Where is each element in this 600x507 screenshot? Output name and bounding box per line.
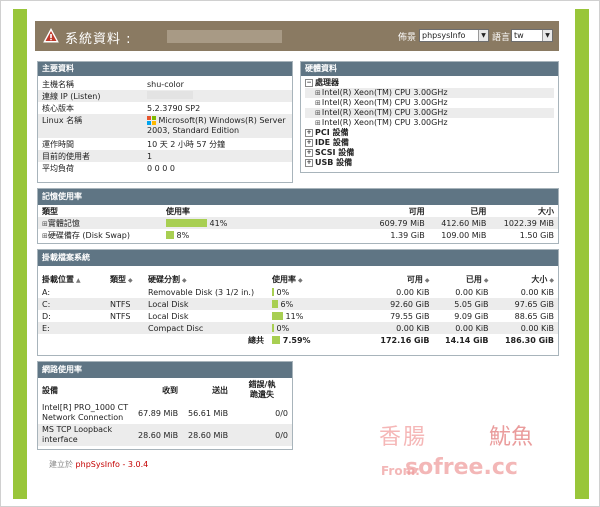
usage-bar <box>272 300 278 308</box>
usage-bar <box>166 219 207 227</box>
language-select-value: tw <box>514 31 524 40</box>
tree-node-scsi[interactable]: + SCSI 設備 <box>305 148 554 158</box>
usage-bar <box>272 312 283 320</box>
table-row: C: NTFS Local Disk 6% 92.60 GiB 5.05 GiB… <box>38 298 558 310</box>
page-frame: 系統資料 : 佈景 phpsysInfo ▼ 語言 tw ▼ 主要資料 主機名稱… <box>0 0 600 507</box>
sort-icon: ◆ <box>483 276 489 284</box>
sort-icon: ◆ <box>424 276 430 284</box>
template-select[interactable]: phpsysInfo ▼ <box>419 29 489 42</box>
collapse-icon[interactable]: − <box>305 78 313 87</box>
footer: 建立於 phpSysInfo - 3.0.4 <box>49 460 149 469</box>
redacted-hostname <box>167 30 282 43</box>
windows-logo-icon <box>147 116 156 125</box>
tree-leaf-cpu[interactable]: ⊞Intel(R) Xeon(TM) CPU 3.00GHz <box>305 98 554 108</box>
sort-asc-icon: ▲ <box>76 276 81 284</box>
expand-icon[interactable]: + <box>305 158 313 167</box>
watermark-text-left: 香腸 <box>379 425 428 450</box>
chevron-down-icon: ▼ <box>542 30 552 41</box>
template-select-value: phpsysInfo <box>422 31 466 40</box>
vitals-row: 目前的使用者 1 <box>38 150 292 162</box>
watermark-text-right: 魷魚 <box>489 425 534 450</box>
sortable-header[interactable]: 可用 ◆ <box>368 272 433 286</box>
usage-bar <box>272 336 280 344</box>
tree-node-pci[interactable]: + PCI 設備 <box>305 128 554 138</box>
left-green-border <box>13 9 27 499</box>
hardware-tree: − 處理器 ⊞Intel(R) Xeon(TM) CPU 3.00GHz ⊞Int… <box>301 76 558 170</box>
table-row: A: Removable Disk (3 1/2 in.) 0% 0.00 Ki… <box>42 287 554 297</box>
memory-panel-title: 記憶使用率 <box>38 189 558 205</box>
sortable-header[interactable]: 大小 ◆ <box>493 272 558 286</box>
expand-icon[interactable]: ⊞ <box>315 88 321 98</box>
os-name: Microsoft(R) Windows(R) Server 2003, Sta… <box>147 116 286 135</box>
language-label: 語言 <box>492 33 511 43</box>
sortable-header[interactable]: 類型 ◆ <box>106 272 144 286</box>
filesystems-table: 掛載位置 ▲ 類型 ◆ 硬碟分割 ◆ 使用率 ◆ 可用 ◆ 已用 ◆ 大小 ◆ A: Remo… <box>38 272 558 346</box>
memory-table: 類型 使用率 可用 已用 大小 ⊞實體記憶 41% 609.79 MiB 412… <box>38 205 558 241</box>
table-row: Intel[R] PRO_1000 CT Network Connection 6… <box>42 403 288 422</box>
filesystems-panel-title: 掛載檔案系統 <box>38 250 558 266</box>
table-row: MS TCP Loopback interface 28.60 MiB 28.60… <box>38 424 292 446</box>
tree-node-usb[interactable]: + USB 設備 <box>305 158 554 168</box>
sortable-header[interactable]: 使用率 ◆ <box>268 272 368 286</box>
warning-icon <box>43 28 59 43</box>
memory-panel: 記憶使用率 類型 使用率 可用 已用 大小 ⊞實體記憶 41% 609.79 M… <box>37 188 559 244</box>
phpsysinfo-link[interactable]: phpSysInfo - 3.0.4 <box>76 460 149 469</box>
page-title: 系統資料 : <box>65 32 132 47</box>
tree-leaf-cpu[interactable]: ⊞Intel(R) Xeon(TM) CPU 3.00GHz <box>305 118 554 128</box>
filesystems-panel: 掛載檔案系統 掛載位置 ▲ 類型 ◆ 硬碟分割 ◆ 使用率 ◆ 可用 ◆ 已用 ◆ 大小 ◆ … <box>37 249 559 356</box>
vitals-row: Linux 名稱 Microsoft(R) Windows(R) Server … <box>38 114 292 138</box>
expand-icon[interactable]: + <box>305 128 313 137</box>
sortable-header[interactable]: 硬碟分割 ◆ <box>144 272 268 286</box>
usage-bar <box>166 231 174 239</box>
vitals-row: 運作時間 10 天 2 小時 57 分鐘 <box>42 139 226 149</box>
expand-icon[interactable]: ⊞ <box>315 108 321 118</box>
vitals-table: 主機名稱 shu-color 連線 IP (Listen) 核心版本 5.2.379… <box>38 78 292 174</box>
chevron-down-icon: ▼ <box>478 30 488 41</box>
vitals-row: 連線 IP (Listen) <box>38 90 292 102</box>
table-header-row: 設備 收到 送出 錯誤/執 跪遺失 <box>42 380 276 399</box>
sortable-header[interactable]: 已用 ◆ <box>433 272 492 286</box>
table-header-row: 掛載位置 ▲ 類型 ◆ 硬碟分割 ◆ 使用率 ◆ 可用 ◆ 已用 ◆ 大小 ◆ <box>38 272 558 286</box>
expand-icon[interactable]: + <box>305 138 313 147</box>
sort-icon: ◆ <box>128 276 133 284</box>
network-panel: 網路使用率 設備 收到 送出 錯誤/執 跪遺失 Intel[R] PRO_1000… <box>37 361 293 450</box>
table-row: D: NTFS Local Disk 11% 79.55 GiB 9.09 Gi… <box>42 311 554 321</box>
expand-icon[interactable]: + <box>305 148 313 157</box>
table-row: ⊞硬碟備存 (Disk Swap) 8% 1.39 GiB 109.00 MiB… <box>42 230 554 240</box>
sort-icon: ◆ <box>549 276 554 284</box>
title-bar: 系統資料 : 佈景 phpsysInfo ▼ 語言 tw ▼ <box>35 21 559 51</box>
tree-leaf-cpu[interactable]: ⊞Intel(R) Xeon(TM) CPU 3.00GHz <box>305 88 554 98</box>
usage-bar <box>272 324 274 332</box>
tree-leaf-cpu[interactable]: ⊞Intel(R) Xeon(TM) CPU 3.00GHz <box>305 108 554 118</box>
right-green-border <box>575 9 589 499</box>
sortable-header[interactable]: 掛載位置 ▲ <box>38 272 106 286</box>
table-total-row: 總共 7.59% 172.16 GiB 14.14 GiB 186.30 GiB <box>248 335 554 345</box>
vitals-row: 平均負荷 0 0 0 0 <box>42 163 175 173</box>
vitals-panel: 主要資料 主機名稱 shu-color 連線 IP (Listen) 核心版本 5.… <box>37 61 293 183</box>
sort-icon: ◆ <box>182 276 187 284</box>
language-select[interactable]: tw ▼ <box>511 29 553 42</box>
table-header-row: 類型 使用率 可用 已用 大小 <box>42 206 554 216</box>
vitals-row: 主機名稱 shu-color <box>42 79 184 89</box>
tree-node-processor[interactable]: − 處理器 <box>305 78 554 88</box>
redacted-ip <box>147 91 193 99</box>
expand-icon[interactable]: ⊞ <box>315 118 321 128</box>
usage-bar <box>272 288 274 296</box>
watermark-site: sofree.cc <box>405 455 518 480</box>
network-table: 設備 收到 送出 錯誤/執 跪遺失 Intel[R] PRO_1000 CT Net… <box>38 378 292 446</box>
expand-icon[interactable]: ⊞ <box>315 98 321 108</box>
sort-icon: ◆ <box>298 276 303 284</box>
template-label: 佈景 <box>398 33 417 43</box>
table-row: E: Compact Disc 0% 0.00 KiB 0.00 KiB 0.0… <box>38 322 558 334</box>
tree-node-ide[interactable]: + IDE 設備 <box>305 138 554 148</box>
table-row: ⊞實體記憶 41% 609.79 MiB 412.60 MiB 1022.39 … <box>38 217 558 229</box>
vitals-panel-title: 主要資料 <box>38 62 292 76</box>
hardware-panel-title: 硬體資料 <box>301 62 558 76</box>
vitals-row: 核心版本 5.2.3790 SP2 <box>42 103 201 113</box>
hardware-panel: 硬體資料 − 處理器 ⊞Intel(R) Xeon(TM) CPU 3.00GHz… <box>300 61 559 173</box>
network-panel-title: 網路使用率 <box>38 362 292 378</box>
